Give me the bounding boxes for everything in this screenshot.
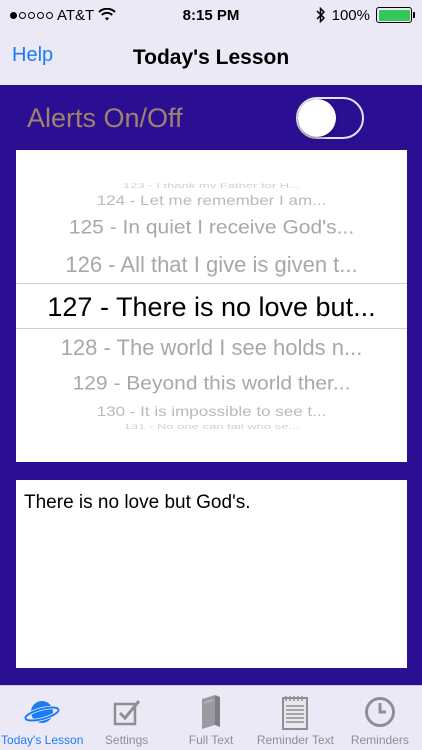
tab-bar: Today's Lesson Settings Full Text Remind…	[0, 685, 422, 750]
tab-label: Full Text	[188, 733, 234, 747]
battery-percentage: 100%	[331, 6, 370, 24]
picker-selected-row[interactable]: 127 - There is no love but...	[16, 286, 407, 328]
tab-label: Today's Lesson	[1, 733, 84, 747]
picker-row[interactable]: 124 - Let me remember I am...	[16, 192, 407, 210]
picker-selection-top-line	[16, 283, 407, 284]
tab-todays-lesson[interactable]: Today's Lesson	[0, 686, 84, 750]
picker-row[interactable]: 123 - I thank my Father for H...	[16, 183, 407, 189]
picker-row[interactable]: 128 - The world I see holds n...	[16, 331, 407, 365]
status-bar: AT&T 8:15 PM 100%	[0, 0, 422, 30]
alerts-toggle[interactable]	[296, 97, 364, 139]
toggle-knob	[298, 99, 336, 137]
tab-label: Reminder Text	[256, 733, 334, 747]
planet-icon	[24, 693, 61, 731]
lesson-text-box[interactable]: There is no love but God's.	[16, 480, 407, 668]
notepad-icon	[281, 693, 309, 731]
carrier-label: AT&T	[57, 6, 95, 24]
signal-strength-icon	[10, 11, 53, 19]
book-icon	[199, 693, 223, 731]
tab-reminders[interactable]: Reminders	[338, 686, 422, 750]
picker-row[interactable]: 129 - Beyond this world ther...	[16, 370, 407, 398]
bluetooth-icon	[316, 7, 325, 23]
status-right: 100%	[316, 6, 415, 24]
picker-row[interactable]: 130 - It is impossible to see t...	[16, 403, 407, 421]
status-time: 8:15 PM	[182, 6, 240, 24]
help-button[interactable]: Help	[12, 44, 53, 67]
alerts-row: Alerts On/Off	[0, 85, 422, 150]
tab-full-text[interactable]: Full Text	[169, 686, 253, 750]
page-title: Today's Lesson	[132, 45, 290, 69]
battery-icon	[376, 7, 415, 23]
picker-row[interactable]: 126 - All that I give is given t...	[16, 248, 407, 282]
wifi-icon	[98, 8, 116, 21]
status-left: AT&T	[10, 7, 116, 24]
lesson-text: There is no love but God's.	[24, 492, 251, 513]
tab-reminder-text[interactable]: Reminder Text	[253, 686, 337, 750]
alerts-label: Alerts On/Off	[27, 103, 183, 133]
picker-row[interactable]: 125 - In quiet I receive God's...	[16, 214, 407, 242]
picker-selection-bottom-line	[16, 328, 407, 329]
tab-label: Settings	[104, 733, 149, 747]
checkbox-icon	[112, 693, 142, 731]
nav-bar: Help Today's Lesson	[0, 30, 422, 85]
tab-settings[interactable]: Settings	[84, 686, 168, 750]
clock-icon	[364, 693, 396, 731]
lesson-picker[interactable]: 123 - I thank my Father for H... 124 - L…	[16, 150, 407, 462]
picker-row[interactable]: 131 - No one can fail who se...	[16, 424, 407, 430]
tab-label: Reminders	[350, 733, 409, 747]
